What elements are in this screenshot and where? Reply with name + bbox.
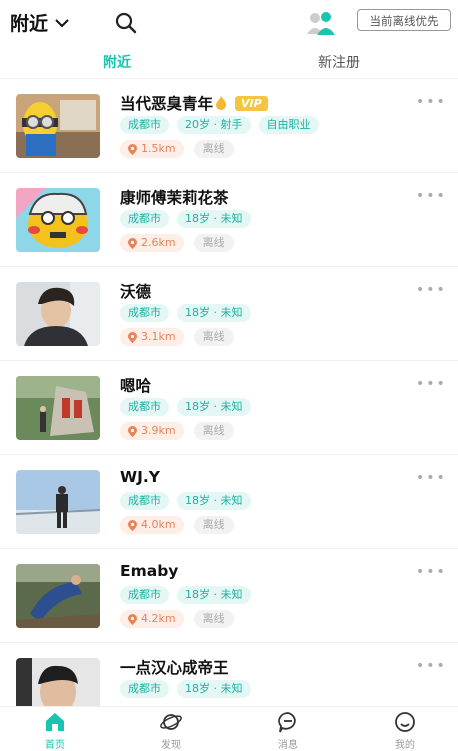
age-zodiac-tag: 18岁 · 未知: [177, 680, 251, 698]
status-badge: 离线: [193, 422, 234, 440]
list-item[interactable]: Emaby ••• 成都市 18岁 · 未知 4.2km 离线: [0, 548, 458, 643]
user-meta: 4.2km 离线: [120, 610, 234, 628]
tag-list: 成都市 18岁 · 未知: [120, 586, 251, 604]
location-pin-icon: [128, 613, 137, 625]
age-zodiac-tag: 18岁 · 未知: [177, 586, 251, 604]
status-badge: 离线: [193, 516, 234, 534]
job-tag: 自由职业: [258, 116, 319, 134]
user-name[interactable]: 一点汉心成帝王: [120, 656, 229, 678]
age-zodiac-tag: 18岁 · 未知: [177, 304, 251, 322]
tag-list: 成都市 18岁 · 未知: [120, 492, 251, 510]
user-name[interactable]: WJ.Y: [120, 468, 160, 486]
nav-home[interactable]: 首页: [25, 711, 85, 751]
list-item[interactable]: 当代恶臭青年 VIP ••• 成都市 20岁 · 射手 自由职业 1.5km 离线: [0, 78, 458, 173]
tag-list: 成都市 18岁 · 未知: [120, 210, 251, 228]
tag-list: 成都市 18岁 · 未知: [120, 304, 251, 322]
location-pin-icon: [128, 143, 137, 155]
city-tag: 成都市: [120, 586, 169, 604]
user-meta: 4.0km 离线: [120, 516, 234, 534]
profile-icon: [395, 712, 415, 732]
city-tag: 成都市: [120, 116, 169, 134]
offline-first-button[interactable]: 当前离线优先: [357, 9, 451, 31]
tag-list: 成都市 20岁 · 射手 自由职业: [120, 116, 319, 134]
user-name[interactable]: 康师傅茉莉花茶: [120, 186, 229, 208]
more-options-icon[interactable]: •••: [416, 94, 447, 110]
avatar[interactable]: [16, 470, 100, 534]
avatar[interactable]: [16, 188, 100, 252]
tag-list: 成都市 18岁 · 未知: [120, 398, 251, 416]
status-badge: 离线: [193, 234, 234, 252]
list-item[interactable]: 康师傅茉莉花茶 ••• 成都市 18岁 · 未知 2.6km 离线: [0, 172, 458, 267]
user-name[interactable]: 当代恶臭青年 VIP: [120, 92, 268, 114]
tab-nearby[interactable]: 附近: [103, 52, 131, 72]
chevron-down-icon: [55, 18, 69, 27]
distance-badge: 4.0km: [120, 516, 184, 534]
distance-badge: 1.5km: [120, 140, 184, 158]
more-options-icon[interactable]: •••: [416, 470, 447, 486]
age-zodiac-tag: 18岁 · 未知: [177, 492, 251, 510]
status-badge: 离线: [193, 610, 234, 628]
status-badge: 离线: [193, 140, 234, 158]
location-pin-icon: [128, 425, 137, 437]
location-label: 附近: [10, 13, 49, 35]
city-tag: 成都市: [120, 680, 169, 698]
more-options-icon[interactable]: •••: [416, 564, 447, 580]
more-options-icon[interactable]: •••: [416, 282, 447, 298]
user-meta: 3.9km 离线: [120, 422, 234, 440]
nav-discover[interactable]: 发现: [141, 711, 201, 751]
city-tag: 成都市: [120, 304, 169, 322]
planet-icon: [160, 714, 182, 730]
location-pin-icon: [128, 331, 137, 343]
age-zodiac-tag: 20岁 · 射手: [177, 116, 251, 134]
avatar[interactable]: [16, 376, 100, 440]
location-pin-icon: [128, 519, 137, 531]
status-badge: 离线: [193, 328, 234, 346]
avatar[interactable]: [16, 94, 100, 158]
top-bar: 附近 当前离线优先: [0, 0, 458, 44]
city-tag: 成都市: [120, 210, 169, 228]
tab-new-register[interactable]: 新注册: [318, 52, 360, 72]
nav-profile[interactable]: 我的: [375, 711, 435, 751]
user-meta: 1.5km 离线: [120, 140, 234, 158]
search-icon[interactable]: [114, 11, 138, 35]
location-selector[interactable]: 附近: [10, 9, 70, 36]
more-options-icon[interactable]: •••: [416, 376, 447, 392]
location-pin-icon: [128, 237, 137, 249]
distance-badge: 4.2km: [120, 610, 184, 628]
distance-badge: 3.9km: [120, 422, 184, 440]
user-name[interactable]: 嗯哈: [120, 374, 151, 396]
avatar[interactable]: [16, 564, 100, 628]
list-item[interactable]: WJ.Y ••• 成都市 18岁 · 未知 4.0km 离线: [0, 454, 458, 549]
distance-badge: 3.1km: [120, 328, 184, 346]
tag-list: 成都市 18岁 · 未知: [120, 680, 251, 698]
city-tag: 成都市: [120, 398, 169, 416]
list-item[interactable]: 沃德 ••• 成都市 18岁 · 未知 3.1km 离线: [0, 266, 458, 361]
avatar[interactable]: [16, 282, 100, 346]
user-name[interactable]: 沃德: [120, 280, 151, 302]
user-meta: 3.1km 离线: [120, 328, 234, 346]
distance-badge: 2.6km: [120, 234, 184, 252]
list-item[interactable]: 嗯哈 ••• 成都市 18岁 · 未知 3.9km 离线: [0, 360, 458, 455]
more-options-icon[interactable]: •••: [416, 188, 447, 204]
gender-filter-icon[interactable]: [304, 10, 338, 36]
nav-messages[interactable]: 消息: [258, 711, 318, 751]
fire-icon: [216, 96, 227, 110]
age-zodiac-tag: 18岁 · 未知: [177, 398, 251, 416]
home-icon: [46, 713, 64, 731]
tab-bar: 附近 新注册: [0, 44, 458, 79]
age-zodiac-tag: 18岁 · 未知: [177, 210, 251, 228]
more-options-icon[interactable]: •••: [416, 658, 447, 674]
user-meta: 2.6km 离线: [120, 234, 234, 252]
bottom-nav: 首页 发现 消息 我的: [0, 706, 458, 751]
user-name[interactable]: Emaby: [120, 562, 178, 580]
message-icon: [278, 712, 296, 733]
vip-badge: VIP: [235, 96, 268, 111]
city-tag: 成都市: [120, 492, 169, 510]
